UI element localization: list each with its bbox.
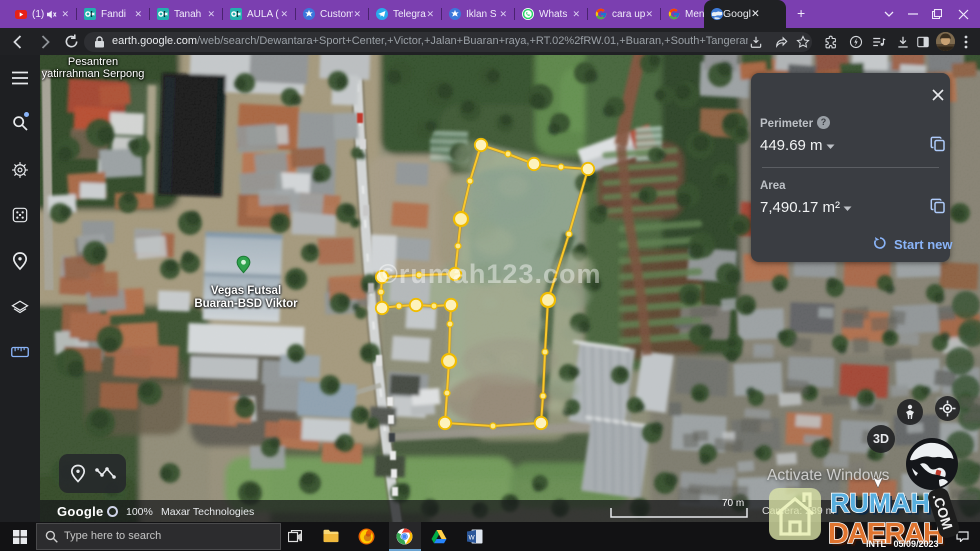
svg-text:W: W [469, 535, 476, 542]
